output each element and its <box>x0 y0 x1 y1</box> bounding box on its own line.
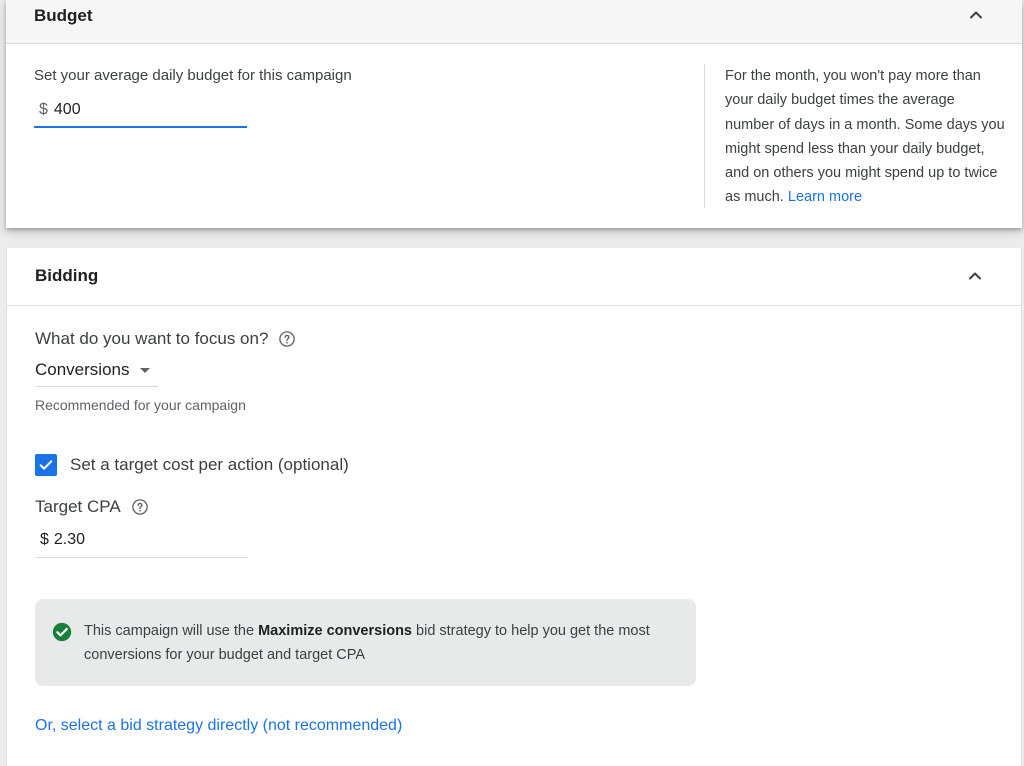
budget-section: Budget Set your average daily budget for… <box>6 0 1022 228</box>
budget-help-body: For the month, you won't pay more than y… <box>725 68 1005 206</box>
focus-dropdown[interactable]: Conversions <box>35 354 158 387</box>
bidding-section: Bidding What do you want to focus on? Co… <box>6 248 1022 766</box>
target-cpa-input[interactable]: $ 2.30 <box>35 523 248 558</box>
target-cpa-checkbox[interactable] <box>35 454 57 476</box>
strategy-name: Maximize conversions <box>258 623 412 639</box>
currency-symbol: $ <box>39 101 48 118</box>
info-prefix: This campaign will use the <box>84 623 259 639</box>
bidding-title: Bidding <box>35 266 99 285</box>
budget-field-label: Set your average daily budget for this c… <box>34 67 352 84</box>
select-bid-strategy-link[interactable]: Or, select a bid strategy directly (not … <box>35 717 402 735</box>
budget-title: Budget <box>34 6 93 25</box>
focus-dropdown-value: Conversions <box>35 360 130 379</box>
chevron-up-icon[interactable] <box>966 5 986 25</box>
target-cpa-value[interactable]: 2.30 <box>54 531 85 549</box>
help-circle-icon[interactable] <box>278 330 296 348</box>
learn-more-link[interactable]: Learn more <box>788 189 862 205</box>
check-circle-icon <box>52 622 72 642</box>
focus-question: What do you want to focus on? <box>35 329 296 349</box>
strategy-info-text: This campaign will use the Maximize conv… <box>84 619 674 667</box>
bidding-header[interactable]: Bidding <box>7 248 1021 306</box>
chevron-up-icon[interactable] <box>965 266 985 286</box>
divider <box>704 64 705 208</box>
strategy-info-box: This campaign will use the Maximize conv… <box>35 599 696 686</box>
target-cpa-label-text: Target CPA <box>35 497 121 516</box>
caret-down-icon <box>139 367 150 373</box>
help-circle-icon[interactable] <box>131 498 149 516</box>
daily-budget-value[interactable]: 400 <box>54 101 81 119</box>
recommended-note: Recommended for your campaign <box>35 397 246 413</box>
budget-header[interactable]: Budget <box>6 0 1022 44</box>
currency-symbol: $ <box>40 531 49 548</box>
target-cpa-checkbox-label[interactable]: Set a target cost per action (optional) <box>70 455 349 475</box>
target-cpa-label: Target CPA <box>35 497 149 517</box>
focus-question-text: What do you want to focus on? <box>35 329 269 348</box>
budget-help-text: For the month, you won't pay more than y… <box>725 64 1005 210</box>
check-icon <box>39 460 53 470</box>
daily-budget-input[interactable]: $ 400 <box>34 94 247 128</box>
